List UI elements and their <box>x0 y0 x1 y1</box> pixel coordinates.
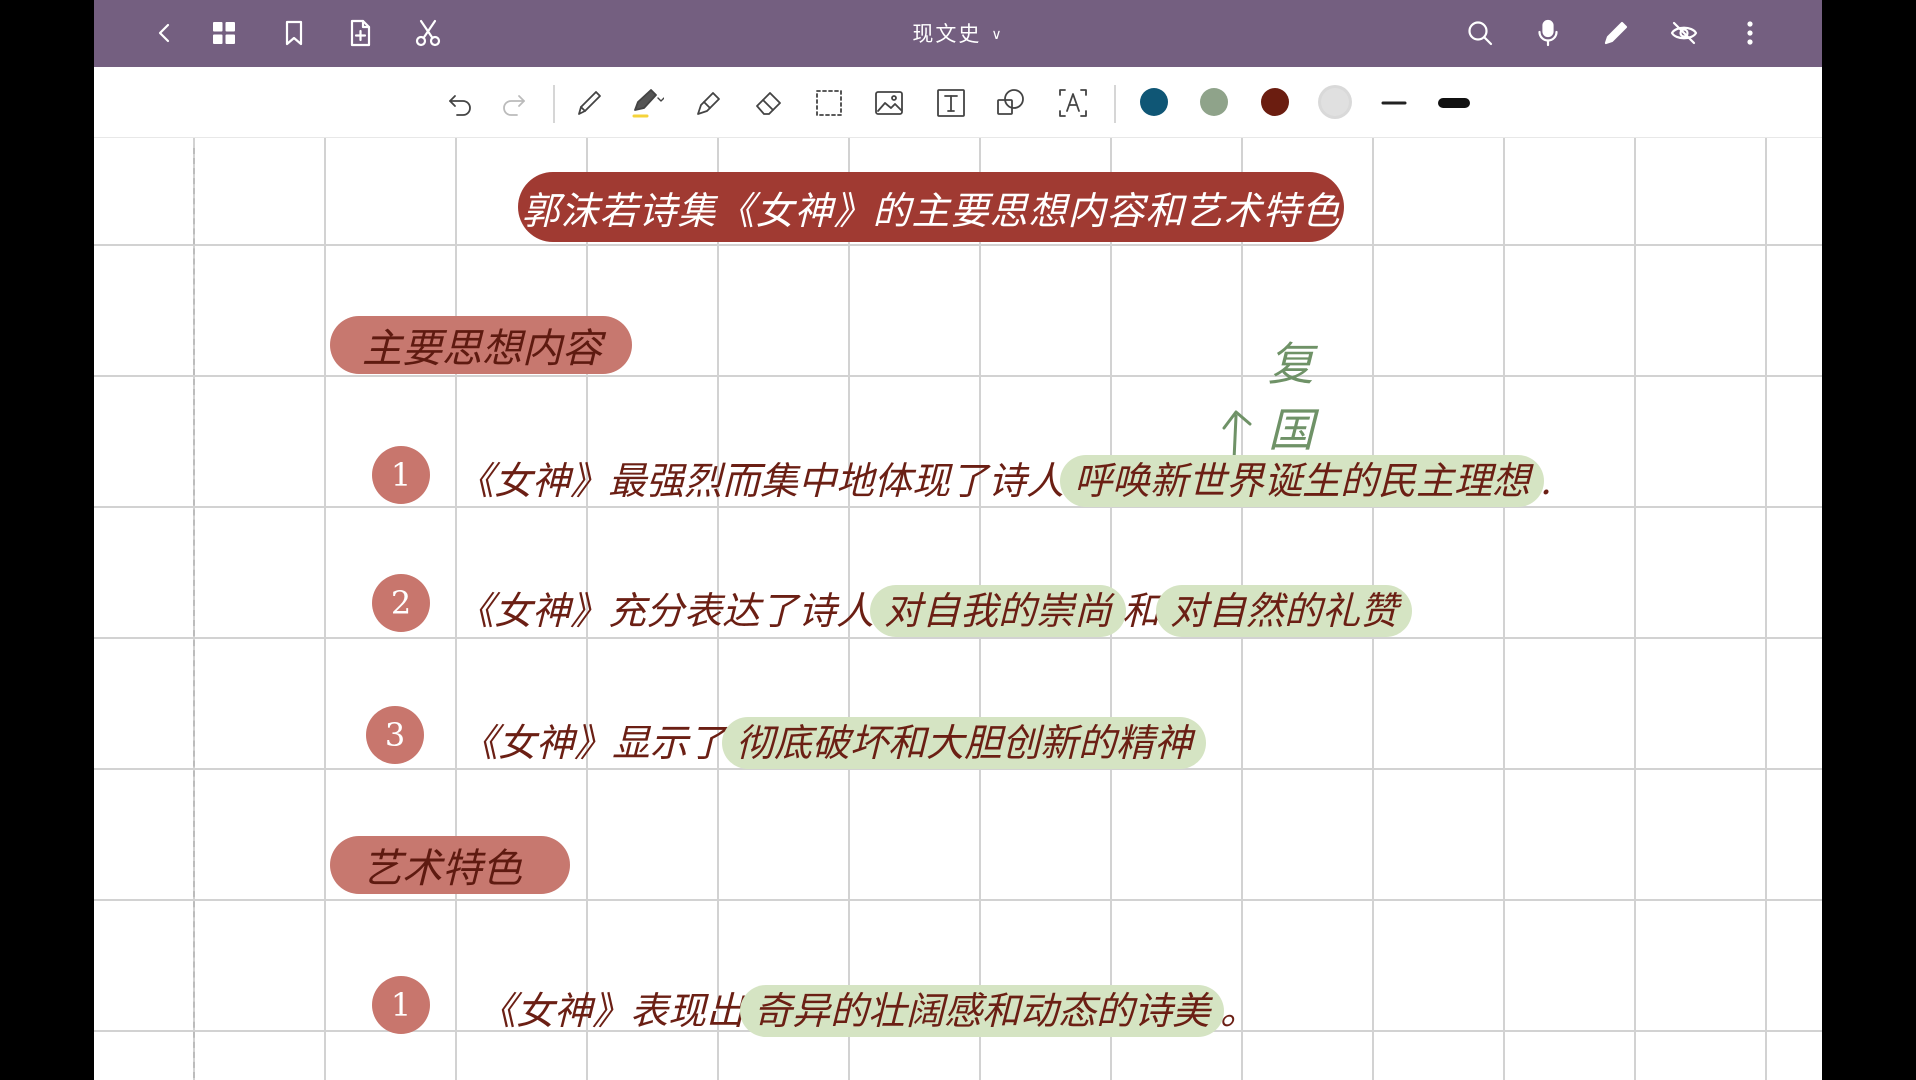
lasso-select-icon[interactable] <box>810 84 848 122</box>
color-swatch-brown[interactable] <box>1261 88 1289 116</box>
mic-icon[interactable] <box>1532 17 1564 49</box>
notes-app: 现文史 ∨ 郭沫若诗集《女神》的主要思想内容和艺术特色 主要思想内容 复国 1 … <box>94 0 1822 1080</box>
list-item: 《女神》显示了 彻底破坏和大胆创新的精神 <box>460 712 1207 769</box>
toolbar-divider <box>553 85 555 123</box>
stroke-thick-icon[interactable] <box>1435 84 1473 122</box>
highlighter-icon[interactable] <box>690 84 728 122</box>
drawing-toolbar <box>94 67 1822 138</box>
list-item: 《女神》表现出 奇异的壮阔感和动态的诗美。 <box>478 980 1258 1037</box>
pen-icon[interactable] <box>1600 17 1632 49</box>
image-icon[interactable] <box>870 84 908 122</box>
margin-line <box>193 148 195 1080</box>
notebook-page[interactable]: 郭沫若诗集《女神》的主要思想内容和艺术特色 主要思想内容 复国 1 《女神》最强… <box>94 138 1822 1080</box>
annotation: 复国 <box>1218 328 1358 468</box>
stroke-thin-icon[interactable] <box>1375 84 1413 122</box>
color-swatch-gray[interactable] <box>1321 88 1349 116</box>
list-item: 《女神》最强烈而集中地体现了诗人 呼唤新世界诞生的民主理想. <box>456 450 1552 507</box>
highlight: 呼唤新世界诞生的民主理想 <box>1060 455 1545 507</box>
fountain-pen-icon[interactable] <box>628 84 666 122</box>
top-bar: 现文史 ∨ <box>94 0 1822 67</box>
document-title-text: 现文史 <box>912 22 982 46</box>
highlight: 奇异的壮阔感和动态的诗美 <box>740 985 1225 1037</box>
pencil-icon[interactable] <box>570 84 608 122</box>
number-badge: 1 <box>372 446 430 504</box>
redo-icon[interactable] <box>494 84 532 122</box>
highlight: 对自然的礼赞 <box>1156 585 1413 637</box>
toolbar-divider <box>1114 85 1116 123</box>
shape-icon[interactable] <box>992 84 1030 122</box>
section-heading-art: 艺术特色 <box>330 836 570 894</box>
chevron-down-icon: ∨ <box>991 27 1004 43</box>
text-box-icon[interactable] <box>932 84 970 122</box>
color-swatch-green[interactable] <box>1200 88 1228 116</box>
color-swatch-blue[interactable] <box>1140 88 1168 116</box>
more-icon[interactable] <box>1734 17 1766 49</box>
hide-icon[interactable] <box>1668 17 1700 49</box>
annotation-text: 复国 <box>1268 337 1314 457</box>
eraser-icon[interactable] <box>750 84 788 122</box>
highlight: 彻底破坏和大胆创新的精神 <box>722 717 1207 769</box>
number-badge: 2 <box>372 574 430 632</box>
section-heading-ideas: 主要思想内容 <box>330 316 632 374</box>
search-icon[interactable] <box>1464 17 1496 49</box>
number-badge: 1 <box>372 976 430 1034</box>
highlight: 对自我的崇尚 <box>870 585 1127 637</box>
list-item: 《女神》充分表达了诗人 对自我的崇尚和对自然的礼赞 <box>456 580 1413 637</box>
note-title: 郭沫若诗集《女神》的主要思想内容和艺术特色 <box>518 172 1344 242</box>
note-title-text: 郭沫若诗集《女神》的主要思想内容和艺术特色 <box>521 188 1341 233</box>
text-recognition-icon[interactable] <box>1054 84 1092 122</box>
section-heading-text: 主要思想内容 <box>362 326 602 372</box>
section-heading-text: 艺术特色 <box>362 846 522 892</box>
number-badge: 3 <box>366 706 424 764</box>
undo-icon[interactable] <box>442 84 480 122</box>
